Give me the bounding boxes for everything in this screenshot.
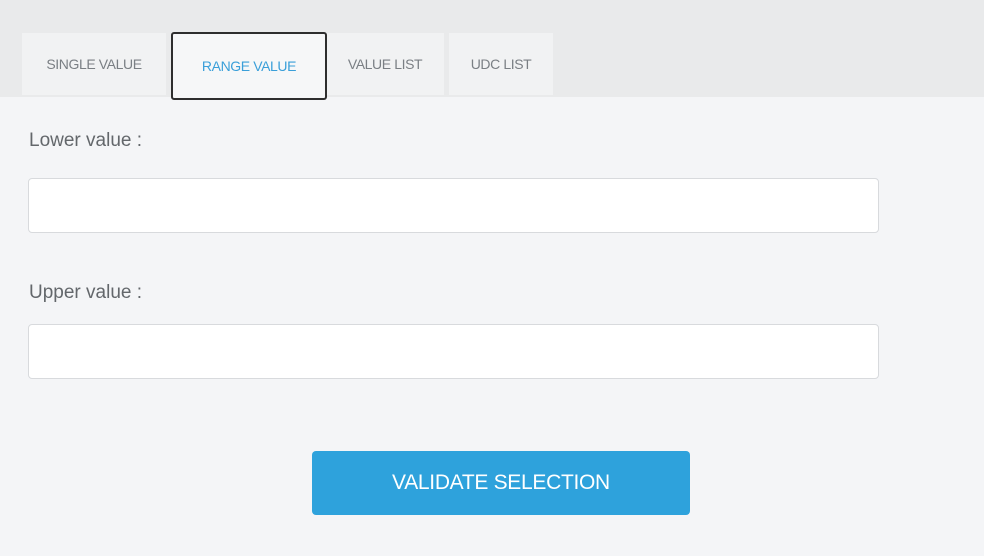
upper-value-label: Upper value : — [29, 282, 143, 303]
tab-bar: SINGLE VALUE RANGE VALUE VALUE LIST UDC … — [0, 0, 984, 100]
tab-range-value[interactable]: RANGE VALUE — [171, 32, 327, 100]
validate-selection-button[interactable]: VALIDATE SELECTION — [312, 451, 690, 515]
tab-single-value[interactable]: SINGLE VALUE — [22, 33, 166, 95]
lower-value-label: Lower value : — [29, 130, 143, 151]
lower-value-input[interactable] — [28, 178, 879, 233]
tab-value-list[interactable]: VALUE LIST — [326, 33, 444, 95]
upper-value-input[interactable] — [28, 324, 879, 379]
tab-udc-list[interactable]: UDC LIST — [449, 33, 553, 95]
range-selection-panel: SINGLE VALUE RANGE VALUE VALUE LIST UDC … — [0, 0, 984, 556]
